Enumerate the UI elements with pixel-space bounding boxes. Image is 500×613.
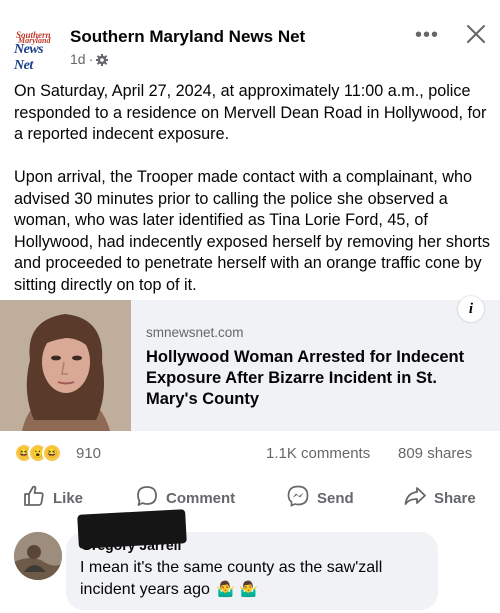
link-preview-card[interactable]: smnewsnet.com Hollywood Woman Arrested f… — [0, 300, 500, 431]
post-paragraph: On Saturday, April 27, 2024, at approxim… — [14, 82, 487, 143]
share-button[interactable]: Share — [403, 484, 476, 512]
comment-text: I mean it's the same county as the saw'z… — [80, 557, 430, 601]
page-logo[interactable]: Southern Maryland News Net — [14, 30, 60, 73]
reaction-icons[interactable]: 😆 😮 😆 — [14, 443, 62, 463]
comment-button[interactable]: Comment — [135, 484, 235, 512]
share-count[interactable]: 809 shares — [398, 445, 472, 462]
gear-icon — [96, 53, 109, 66]
haha-reaction-icon: 😆 — [42, 443, 62, 463]
share-label: Share — [434, 489, 476, 507]
shrug-emoji: 🤷‍♂️ 🤷‍♂️ — [216, 581, 258, 598]
comment-count[interactable]: 1.1K comments — [266, 445, 370, 462]
like-button[interactable]: Like — [22, 484, 83, 512]
avatar[interactable] — [14, 532, 62, 580]
send-button[interactable]: Send — [286, 484, 354, 512]
post-body: On Saturday, April 27, 2024, at approxim… — [14, 81, 490, 318]
meta-separator: · — [88, 51, 94, 67]
link-title[interactable]: Hollywood Woman Arrested for Indecent Ex… — [146, 347, 486, 410]
like-label: Like — [53, 489, 84, 507]
comment-label: Comment — [166, 489, 236, 507]
reaction-count[interactable]: 910 — [76, 445, 101, 462]
post-time[interactable]: 1d — [70, 51, 86, 67]
redaction-mark — [77, 509, 187, 549]
engagement-stats: 😆 😮 😆 910 1.1K comments 809 shares — [0, 442, 500, 466]
logo-line-3: News Net — [14, 42, 44, 73]
send-label: Send — [317, 489, 354, 507]
info-icon[interactable]: i — [458, 296, 484, 322]
close-icon[interactable] — [466, 24, 486, 44]
messenger-icon — [286, 484, 310, 512]
post-header: Southern Maryland News Net Southern Mary… — [0, 0, 500, 73]
page-name[interactable]: Southern Maryland News Net — [70, 27, 305, 47]
comment-bubble-icon — [135, 484, 159, 512]
post-paragraph: Upon arrival, the Trooper made contact w… — [14, 168, 490, 294]
post-meta: 1d · — [70, 51, 109, 67]
link-domain: smnewsnet.com — [146, 325, 244, 340]
thumbs-up-icon — [22, 484, 46, 512]
action-bar: Like Comment Send Share — [0, 484, 500, 514]
share-arrow-icon — [403, 484, 427, 512]
more-dots-icon[interactable]: ••• — [415, 25, 439, 45]
mugshot-image — [0, 300, 131, 431]
